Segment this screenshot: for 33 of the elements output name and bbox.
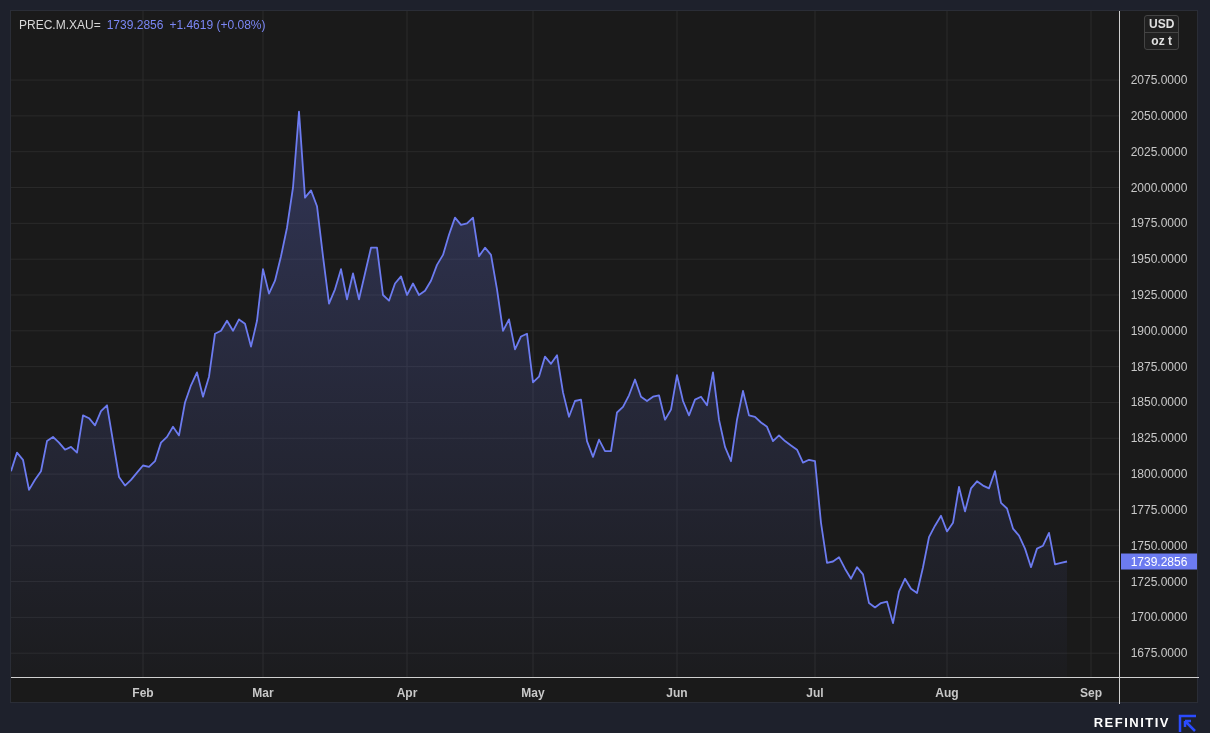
axis-label: Apr	[396, 686, 418, 700]
axis-label: 1900.0000	[1130, 323, 1188, 338]
axis-label: 2050.0000	[1130, 108, 1188, 123]
axis-label: 1925.0000	[1130, 288, 1188, 302]
axis-label: 1700.0000	[1130, 610, 1188, 625]
axis-label: 1750.0000	[1130, 538, 1188, 553]
axis-label: 1725.0000	[1130, 574, 1188, 589]
axis-label: 1875.0000	[1130, 359, 1188, 374]
axis-label: Aug	[935, 686, 959, 700]
unit-label[interactable]: oz t	[1145, 32, 1179, 49]
axis-label: Jun	[666, 686, 688, 700]
axis-label: 1800.0000	[1130, 467, 1188, 482]
axis-label: Sep	[1080, 686, 1102, 700]
axis-label: 2000.0000	[1130, 180, 1188, 195]
axis-label: 1775.0000	[1130, 502, 1188, 517]
axis-label: Jul	[806, 686, 824, 700]
logo-icon	[1178, 713, 1198, 732]
axis-label: 1950.0000	[1130, 252, 1188, 267]
price-change: +1.4619 (+0.08%)	[169, 19, 266, 31]
price-value: 1739.2856	[106, 19, 164, 31]
price-badge: 1739.2856	[1121, 553, 1197, 570]
axis-label: 2025.0000	[1130, 144, 1188, 159]
axis-label: Feb	[132, 686, 154, 700]
axis-label: 1825.0000	[1130, 431, 1188, 446]
unit-label[interactable]: USD	[1145, 16, 1179, 32]
axis-label: 1675.0000	[1130, 646, 1188, 661]
axis-label: 1850.0000	[1130, 395, 1188, 410]
axis-label: May	[521, 686, 545, 700]
axis-label: 1975.0000	[1130, 216, 1188, 231]
brand-label: REFINITIV	[1093, 714, 1170, 732]
axis-label: 2075.0000	[1130, 73, 1188, 88]
symbol-label: PREC.M.XAU=	[19, 19, 101, 31]
axis-label: Mar	[252, 686, 274, 700]
